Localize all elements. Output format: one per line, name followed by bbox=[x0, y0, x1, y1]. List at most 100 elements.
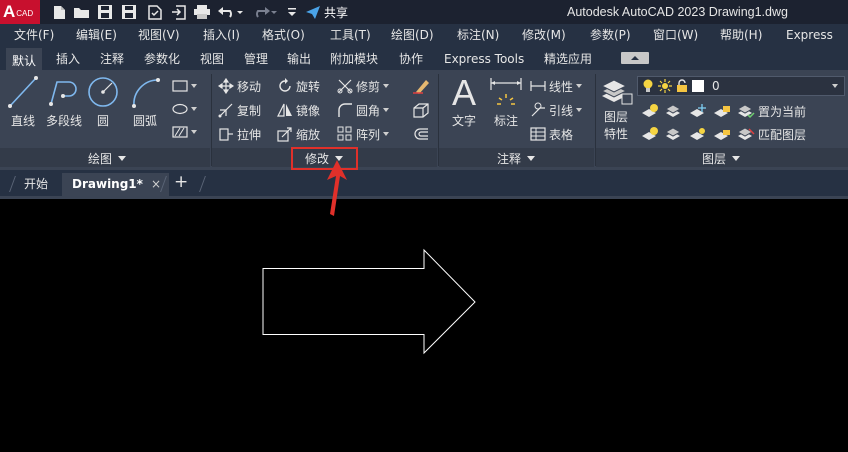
explode-icon bbox=[413, 103, 429, 118]
open-folder-icon[interactable] bbox=[72, 0, 92, 24]
array-button[interactable]: 阵列 bbox=[337, 123, 390, 145]
menu-format[interactable]: 格式(O) bbox=[262, 24, 305, 46]
fillet-button[interactable]: 圆角 bbox=[337, 99, 390, 121]
menu-file[interactable]: 文件(F) bbox=[14, 24, 54, 46]
copy-button[interactable]: 复制 bbox=[218, 99, 261, 121]
tab-separator bbox=[9, 176, 16, 192]
eraser-icon bbox=[413, 80, 429, 94]
menu-express[interactable]: Express bbox=[786, 24, 833, 46]
erase-button[interactable] bbox=[412, 75, 430, 97]
undo-icon[interactable] bbox=[216, 0, 246, 24]
tab-default[interactable]: 默认 bbox=[6, 48, 43, 70]
layer-properties-button[interactable]: 图层 特性 bbox=[598, 74, 634, 142]
rotate-button[interactable]: 旋转 bbox=[277, 75, 320, 97]
close-icon[interactable]: × bbox=[151, 173, 161, 196]
save-to-web-icon[interactable] bbox=[146, 0, 164, 24]
save-icon[interactable] bbox=[96, 0, 114, 24]
arc-button[interactable]: 圆弧 bbox=[126, 74, 164, 129]
fillet-icon bbox=[338, 103, 352, 117]
tab-start[interactable]: 开始 bbox=[24, 173, 48, 196]
polyline-icon bbox=[49, 81, 77, 106]
fillet-label: 圆角 bbox=[356, 103, 381, 118]
scale-label: 缩放 bbox=[296, 127, 321, 142]
red-pointer-arrow-icon bbox=[327, 160, 347, 216]
import-icon[interactable] bbox=[170, 0, 188, 24]
linear-dimension-button[interactable]: 线性 bbox=[530, 75, 583, 97]
tab-parametric[interactable]: 参数化 bbox=[138, 48, 186, 70]
layers-panel-title[interactable]: 图层 bbox=[702, 150, 740, 167]
new-tab-button[interactable]: + bbox=[174, 171, 188, 194]
menu-insert[interactable]: 插入(I) bbox=[203, 24, 240, 46]
layer-isolate-icon bbox=[665, 104, 682, 117]
tab-express-tools[interactable]: Express Tools bbox=[438, 48, 530, 70]
layer-dropdown[interactable]: 0 bbox=[637, 76, 845, 96]
offset-button[interactable] bbox=[412, 123, 430, 145]
autocad-logo[interactable]: A CAD bbox=[0, 0, 40, 24]
rectangle-button[interactable] bbox=[172, 75, 197, 97]
redo-icon[interactable] bbox=[250, 0, 280, 24]
svg-text:A: A bbox=[452, 74, 476, 110]
document-tab-bar: 开始 Drawing1* × + bbox=[0, 170, 848, 196]
move-button[interactable]: 移动 bbox=[218, 75, 261, 97]
layer-thaw-icon bbox=[690, 128, 705, 140]
ribbon-minimize-button[interactable] bbox=[621, 52, 649, 64]
layer-match-icon bbox=[737, 127, 755, 140]
tab-manage[interactable]: 管理 bbox=[238, 48, 274, 70]
trim-button[interactable]: 修剪 bbox=[337, 75, 390, 97]
dimension-button[interactable]: 标注 bbox=[488, 74, 524, 129]
layer-freeze-icon bbox=[690, 104, 706, 117]
trim-icon bbox=[337, 79, 353, 94]
layer-properties-label-2: 特性 bbox=[603, 127, 628, 141]
circle-button[interactable]: 圆 bbox=[86, 74, 120, 129]
share-button[interactable]: 共享 bbox=[306, 0, 348, 24]
menu-modify[interactable]: 修改(M) bbox=[522, 24, 566, 46]
drawing-canvas[interactable] bbox=[0, 199, 848, 452]
mirror-icon bbox=[277, 103, 292, 117]
menu-view[interactable]: 视图(V) bbox=[138, 24, 180, 46]
save-as-icon[interactable] bbox=[120, 0, 138, 24]
match-layer-button[interactable]: 匹配图层 bbox=[737, 123, 806, 145]
tab-annotate[interactable]: 注释 bbox=[94, 48, 130, 70]
hatch-button[interactable] bbox=[172, 121, 197, 143]
scale-button[interactable]: 缩放 bbox=[277, 123, 320, 145]
draw-panel-title[interactable]: 绘图 bbox=[88, 150, 126, 167]
tab-output[interactable]: 输出 bbox=[281, 48, 317, 70]
layer-tools-row-2 bbox=[641, 123, 731, 145]
leader-label: 引线 bbox=[549, 103, 574, 118]
stretch-button[interactable]: 拉伸 bbox=[218, 123, 261, 145]
tab-insert[interactable]: 插入 bbox=[50, 48, 86, 70]
annotation-panel-title[interactable]: 注释 bbox=[497, 150, 535, 167]
mirror-button[interactable]: 镜像 bbox=[277, 99, 320, 121]
menu-tools[interactable]: 工具(T) bbox=[330, 24, 371, 46]
menu-parametric[interactable]: 参数(P) bbox=[590, 24, 631, 46]
customize-qat-icon[interactable] bbox=[286, 0, 298, 24]
leader-button[interactable]: 引线 bbox=[530, 99, 583, 121]
menu-draw[interactable]: 绘图(D) bbox=[391, 24, 434, 46]
tab-drawing1[interactable]: Drawing1* × bbox=[62, 173, 169, 196]
menu-help[interactable]: 帮助(H) bbox=[720, 24, 762, 46]
new-file-icon[interactable] bbox=[50, 0, 68, 24]
tab-collaborate[interactable]: 协作 bbox=[393, 48, 429, 70]
line-button[interactable]: 直线 bbox=[6, 74, 40, 129]
polyline-button[interactable]: 多段线 bbox=[44, 74, 84, 129]
menu-window[interactable]: 窗口(W) bbox=[653, 24, 698, 46]
trim-label: 修剪 bbox=[356, 79, 381, 94]
explode-button[interactable] bbox=[412, 99, 430, 121]
table-icon bbox=[530, 127, 546, 141]
set-current-layer-button[interactable]: 置为当前 bbox=[737, 100, 806, 122]
tab-addins[interactable]: 附加模块 bbox=[324, 48, 384, 70]
plot-icon[interactable] bbox=[192, 0, 212, 24]
tab-view[interactable]: 视图 bbox=[194, 48, 230, 70]
circle-icon bbox=[88, 77, 118, 107]
set-current-label: 置为当前 bbox=[758, 104, 807, 119]
leader-icon bbox=[531, 102, 545, 117]
text-button[interactable]: A 文字 bbox=[446, 74, 482, 129]
menu-dimension[interactable]: 标注(N) bbox=[457, 24, 499, 46]
tab-separator bbox=[199, 176, 206, 192]
table-button[interactable]: 表格 bbox=[530, 123, 573, 145]
layer-tools-row-1 bbox=[641, 100, 731, 122]
menu-edit[interactable]: 编辑(E) bbox=[76, 24, 117, 46]
tab-featured-apps[interactable]: 精选应用 bbox=[538, 48, 598, 70]
ellipse-button[interactable] bbox=[172, 98, 197, 120]
menu-bar: 文件(F) 编辑(E) 视图(V) 插入(I) 格式(O) 工具(T) 绘图(D… bbox=[0, 24, 848, 46]
